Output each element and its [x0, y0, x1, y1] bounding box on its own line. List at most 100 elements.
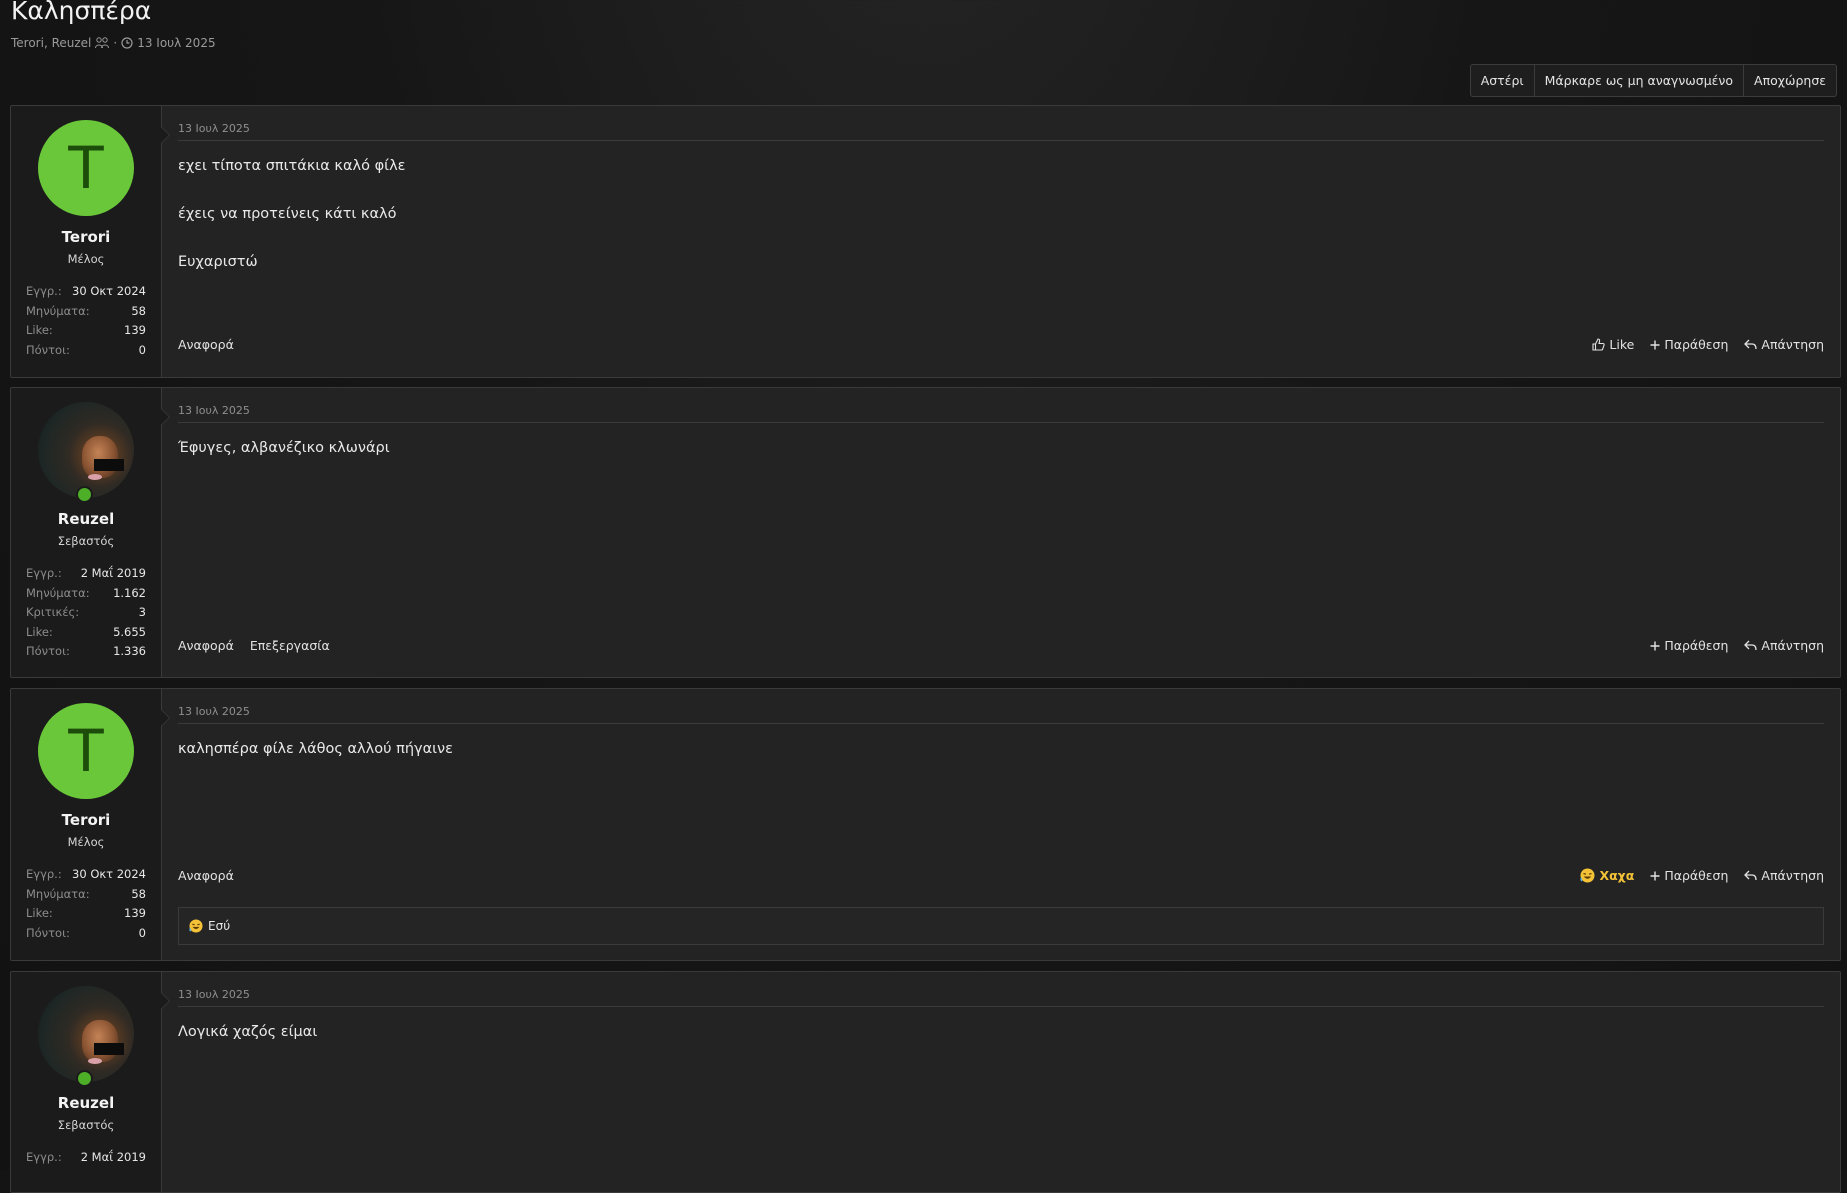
- message-body: καλησπέρα φίλε λάθος αλλού πήγαινε: [178, 740, 1824, 759]
- online-status-icon: [76, 1070, 93, 1087]
- username[interactable]: Terori: [62, 811, 111, 829]
- stat-label: Μηνύματα:: [26, 886, 90, 901]
- stat-value[interactable]: 1.162: [113, 584, 146, 604]
- avatar-censor-bar: [94, 1043, 124, 1055]
- user-title: Μέλος: [67, 252, 105, 266]
- thread-action-bar: Αστέρι Μάρκαρε ως μη αναγνωσμένο Αποχώρη…: [1469, 64, 1837, 97]
- reaction-label: Χαχα: [1599, 868, 1635, 883]
- edit-link[interactable]: Επεξεργασία: [250, 638, 330, 653]
- message-body: Λογικά χαζός είμαι: [178, 1023, 1824, 1042]
- stat-value: 139: [124, 323, 146, 337]
- plus-icon: [1650, 641, 1660, 650]
- stat-label: Εγγρ.:: [26, 566, 62, 580]
- reply-button[interactable]: Απάντηση: [1744, 868, 1824, 883]
- post-date[interactable]: 13 Ιουλ 2025: [178, 122, 1824, 141]
- like-button[interactable]: Like: [1592, 337, 1634, 352]
- stat-value: 2 Μαΐ 2019: [80, 566, 146, 580]
- stat-value: 2 Μαΐ 2019: [80, 1150, 146, 1164]
- haha-emoji-icon: [189, 919, 203, 933]
- message-user-cell: T Terori Μέλος Εγγρ.: 30 Οκτ 2024 Μηνύματ…: [11, 106, 170, 377]
- quote-button[interactable]: Παράθεση: [1650, 638, 1728, 653]
- message-line: Λογικά χαζός είμαι: [178, 1024, 318, 1040]
- stat-label: Πόντοι:: [26, 925, 70, 940]
- post-date[interactable]: 13 Ιουλ 2025: [178, 404, 1824, 423]
- reply-arrow-icon: [1744, 640, 1758, 651]
- reaction-button[interactable]: Χαχα: [1580, 868, 1634, 883]
- stat-label: Μηνύματα:: [26, 303, 90, 318]
- quote-button[interactable]: Παράθεση: [1650, 337, 1728, 352]
- stat-value[interactable]: 0: [139, 924, 146, 944]
- message-line: εχει τίποτα σπιτάκια καλό φίλε: [178, 158, 406, 174]
- quote-label: Παράθεση: [1664, 868, 1729, 883]
- stat-label: Εγγρ.:: [26, 1150, 62, 1164]
- message-footer: Αναφορά Χαχα Παράθεση Απάντηση: [178, 868, 1824, 883]
- avatar[interactable]: [38, 986, 134, 1087]
- message-user-cell: T Terori Μέλος Εγγρ.: 30 Οκτ 2024 Μηνύματ…: [11, 689, 170, 960]
- stat-value: 30 Οκτ 2024: [72, 284, 146, 298]
- stat-value[interactable]: 3: [139, 603, 146, 623]
- username[interactable]: Terori: [62, 228, 111, 246]
- report-link[interactable]: Αναφορά: [178, 638, 234, 653]
- message-post: T Terori Μέλος Εγγρ.: 30 Οκτ 2024 Μηνύματ…: [10, 105, 1841, 378]
- reply-arrow-icon: [1744, 870, 1758, 881]
- reply-arrow-icon: [1744, 339, 1758, 350]
- user-stats: Εγγρ.: 2 Μαΐ 2019: [26, 1148, 146, 1168]
- like-label: Like: [1609, 337, 1635, 352]
- stat-label: Κριτικές:: [26, 605, 80, 619]
- user-title: Μέλος: [67, 835, 105, 849]
- avatar-face: [82, 1020, 118, 1062]
- stat-label: Εγγρ.:: [26, 867, 62, 881]
- message-line: καλησπέρα φίλε λάθος αλλού πήγαινε: [178, 741, 453, 757]
- online-status-icon: [76, 486, 93, 503]
- message-main-cell: 13 Ιουλ 2025 Έφυγες, αλβανέζικο κλωνάρι …: [162, 388, 1840, 677]
- reply-label: Απάντηση: [1761, 638, 1824, 653]
- mark-unread-button[interactable]: Μάρκαρε ως μη αναγνωσμένο: [1533, 65, 1743, 96]
- clock-icon: [121, 37, 133, 49]
- stat-label: Like:: [26, 906, 53, 920]
- stat-value: 139: [124, 906, 146, 920]
- stat-value[interactable]: 58: [131, 885, 146, 905]
- stat-value: 5.655: [113, 624, 146, 639]
- avatar[interactable]: T: [38, 120, 134, 216]
- reply-label: Απάντηση: [1761, 868, 1824, 883]
- reactions-bar[interactable]: Εσύ: [178, 907, 1824, 945]
- thumbs-up-icon: [1592, 338, 1606, 351]
- message-post: Reuzel Σεβαστός Εγγρ.: 2 Μαΐ 2019 13 Ιουλ…: [10, 971, 1841, 1193]
- thread-date[interactable]: 13 Ιουλ 2025: [137, 36, 215, 50]
- stat-value: 30 Οκτ 2024: [72, 867, 146, 881]
- post-date[interactable]: 13 Ιουλ 2025: [178, 988, 1824, 1007]
- message-line: Ευχαριστώ: [178, 254, 258, 270]
- reply-button[interactable]: Απάντηση: [1744, 638, 1824, 653]
- stat-value[interactable]: 0: [139, 341, 146, 361]
- username[interactable]: Reuzel: [58, 1094, 114, 1112]
- stat-label: Like:: [26, 624, 53, 639]
- user-title: Σεβαστός: [57, 534, 115, 548]
- message-user-cell: Reuzel Σεβαστός Εγγρ.: 2 Μαΐ 2019: [11, 972, 170, 1192]
- thread-participants[interactable]: Terori, Reuzel: [11, 36, 91, 50]
- user-stats: Εγγρ.: 2 Μαΐ 2019 Μηνύματα: 1.162 Κριτικές…: [26, 564, 146, 662]
- message-main-cell: 13 Ιουλ 2025 Λογικά χαζός είμαι: [162, 972, 1840, 1192]
- meta-separator: ·: [113, 36, 118, 50]
- participants-icon: [95, 37, 110, 49]
- user-title: Σεβαστός: [57, 1118, 115, 1132]
- post-date[interactable]: 13 Ιουλ 2025: [178, 705, 1824, 724]
- stat-value[interactable]: 1.336: [113, 642, 146, 662]
- report-link[interactable]: Αναφορά: [178, 868, 234, 883]
- quote-button[interactable]: Παράθεση: [1650, 868, 1728, 883]
- thread-meta: Terori, Reuzel · 13 Ιουλ 2025: [11, 36, 216, 50]
- message-body: εχει τίποτα σπιτάκια καλό φίλε έχεις να …: [178, 157, 1824, 272]
- stat-value[interactable]: 58: [131, 302, 146, 322]
- user-stats: Εγγρ.: 30 Οκτ 2024 Μηνύματα: 58 Like: 139 Π…: [26, 282, 146, 360]
- username[interactable]: Reuzel: [58, 510, 114, 528]
- message-footer: Αναφορά Επεξεργασία Παράθεση Απάντηση: [178, 638, 1824, 653]
- avatar[interactable]: [38, 402, 134, 503]
- stat-label: Εγγρ.:: [26, 284, 62, 298]
- avatar[interactable]: T: [38, 703, 134, 799]
- plus-icon: [1650, 871, 1660, 880]
- reply-button[interactable]: Απάντηση: [1744, 337, 1824, 352]
- stat-label: Πόντοι:: [26, 342, 70, 357]
- stat-label: Like:: [26, 323, 53, 337]
- star-button[interactable]: Αστέρι: [1471, 65, 1534, 96]
- report-link[interactable]: Αναφορά: [178, 337, 234, 352]
- leave-conversation-button[interactable]: Αποχώρησε: [1743, 65, 1836, 96]
